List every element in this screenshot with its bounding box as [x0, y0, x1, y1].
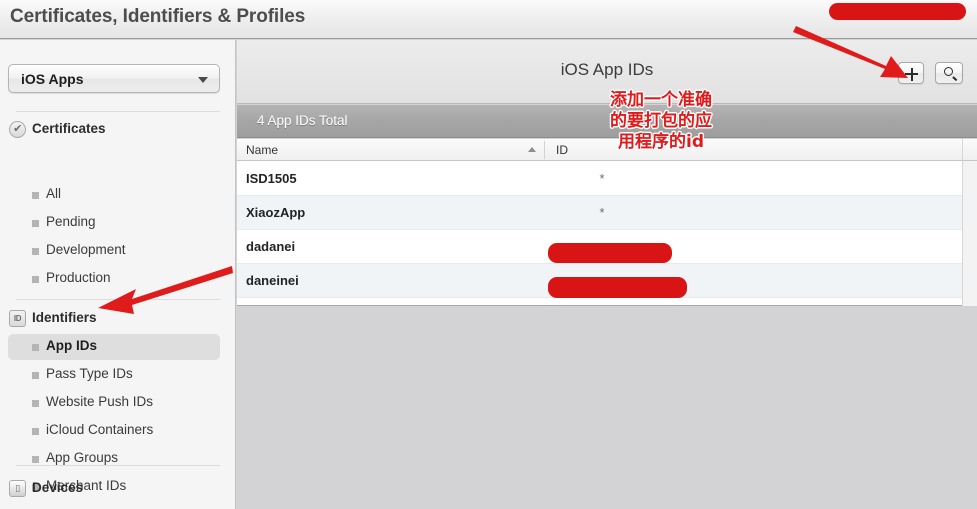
sidebar-item-production[interactable]: Production [8, 266, 220, 292]
sidebar-item-label: iCloud Containers [46, 422, 154, 437]
content-title: iOS App IDs [560, 60, 654, 79]
cell-name: ISD1505 [246, 171, 297, 186]
cell-name: XiaozApp [246, 205, 306, 220]
device-phone-icon: ▯ [9, 480, 26, 497]
redaction-bar-row-dadanei [548, 243, 672, 263]
sidebar-divider [16, 111, 220, 112]
bullet-icon [32, 344, 39, 351]
sidebar-item-label: Production [46, 270, 111, 285]
sidebar-group-label: Certificates [32, 121, 106, 136]
sidebar-item-label: Development [46, 242, 126, 257]
cell-name: daneinei [246, 273, 299, 288]
sidebar-item-label: Pending [46, 214, 96, 229]
sidebar-group-identifiers[interactable]: ID Identifiers [0, 308, 235, 332]
sidebar-item-icloud-containers[interactable]: iCloud Containers [8, 418, 220, 444]
certificate-rosette-icon: ✔ [9, 121, 26, 138]
sidebar-item-label: All [46, 186, 62, 201]
search-button[interactable] [935, 62, 963, 84]
sidebar-item-label: Pass Type IDs [46, 366, 133, 381]
add-icon [910, 67, 913, 81]
annotation-note: 添加一个准确 的要打包的应 用程序的id [610, 90, 712, 152]
sidebar-item-label: App Groups [46, 450, 119, 465]
column-divider [544, 141, 545, 159]
table-row[interactable]: XiaozApp * [237, 196, 962, 230]
table-row[interactable]: ISD1505 * [237, 162, 962, 196]
sidebar-item-app-ids[interactable]: App IDs [8, 334, 220, 360]
column-header-id[interactable]: ID [556, 143, 568, 157]
bullet-icon [32, 428, 39, 435]
sidebar-item-all[interactable]: All [8, 182, 220, 208]
sidebar-divider [16, 465, 220, 466]
sidebar-item-website-push-ids[interactable]: Website Push IDs [8, 390, 220, 416]
search-icon [952, 76, 958, 81]
redaction-bar-top [829, 3, 966, 20]
cell-id: * [599, 205, 605, 220]
sidebar-item-app-groups[interactable]: App Groups [8, 446, 220, 472]
bullet-icon [32, 220, 39, 227]
vertical-scrollbar[interactable] [962, 161, 977, 306]
sidebar-group-label: Devices [32, 480, 84, 495]
bullet-icon [32, 456, 39, 463]
scrollbar-corner [962, 139, 977, 161]
sidebar-item-label: Website Push IDs [46, 394, 154, 409]
identifier-id-icon: ID [9, 310, 26, 327]
sidebar-group-certificates[interactable]: ✔ Certificates [0, 119, 235, 143]
redaction-bar-row-daneinei [548, 277, 687, 298]
team-selector-value: iOS Apps [21, 71, 84, 87]
bullet-icon [32, 248, 39, 255]
page-title: Certificates, Identifiers & Profiles [10, 6, 306, 27]
sidebar-item-label: App IDs [46, 338, 98, 353]
sidebar-item-development[interactable]: Development [8, 238, 220, 264]
cell-name: dadanei [246, 239, 296, 254]
app-window: Certificates, Identifiers & Profiles iOS… [0, 0, 977, 509]
chevron-down-icon [198, 77, 208, 83]
column-header-name[interactable]: Name [246, 143, 278, 157]
sidebar-group-label: Identifiers [32, 310, 97, 325]
total-count-label: 4 App IDs Total [257, 113, 348, 128]
sidebar-item-pass-type-ids[interactable]: Pass Type IDs [8, 362, 220, 388]
sort-ascending-icon [528, 147, 536, 152]
cell-id: * [599, 171, 605, 186]
sidebar: iOS Apps ✔ Certificates All Pending Deve… [0, 40, 236, 509]
bullet-icon [32, 400, 39, 407]
bullet-icon [32, 192, 39, 199]
bullet-icon [32, 372, 39, 379]
search-icon [944, 67, 953, 76]
sidebar-divider [16, 299, 220, 300]
sidebar-group-devices[interactable]: ▯ Devices [0, 478, 235, 502]
team-selector-dropdown[interactable]: iOS Apps [8, 64, 220, 93]
bullet-icon [32, 276, 39, 283]
add-app-id-button[interactable] [898, 62, 924, 84]
sidebar-item-pending[interactable]: Pending [8, 210, 220, 236]
